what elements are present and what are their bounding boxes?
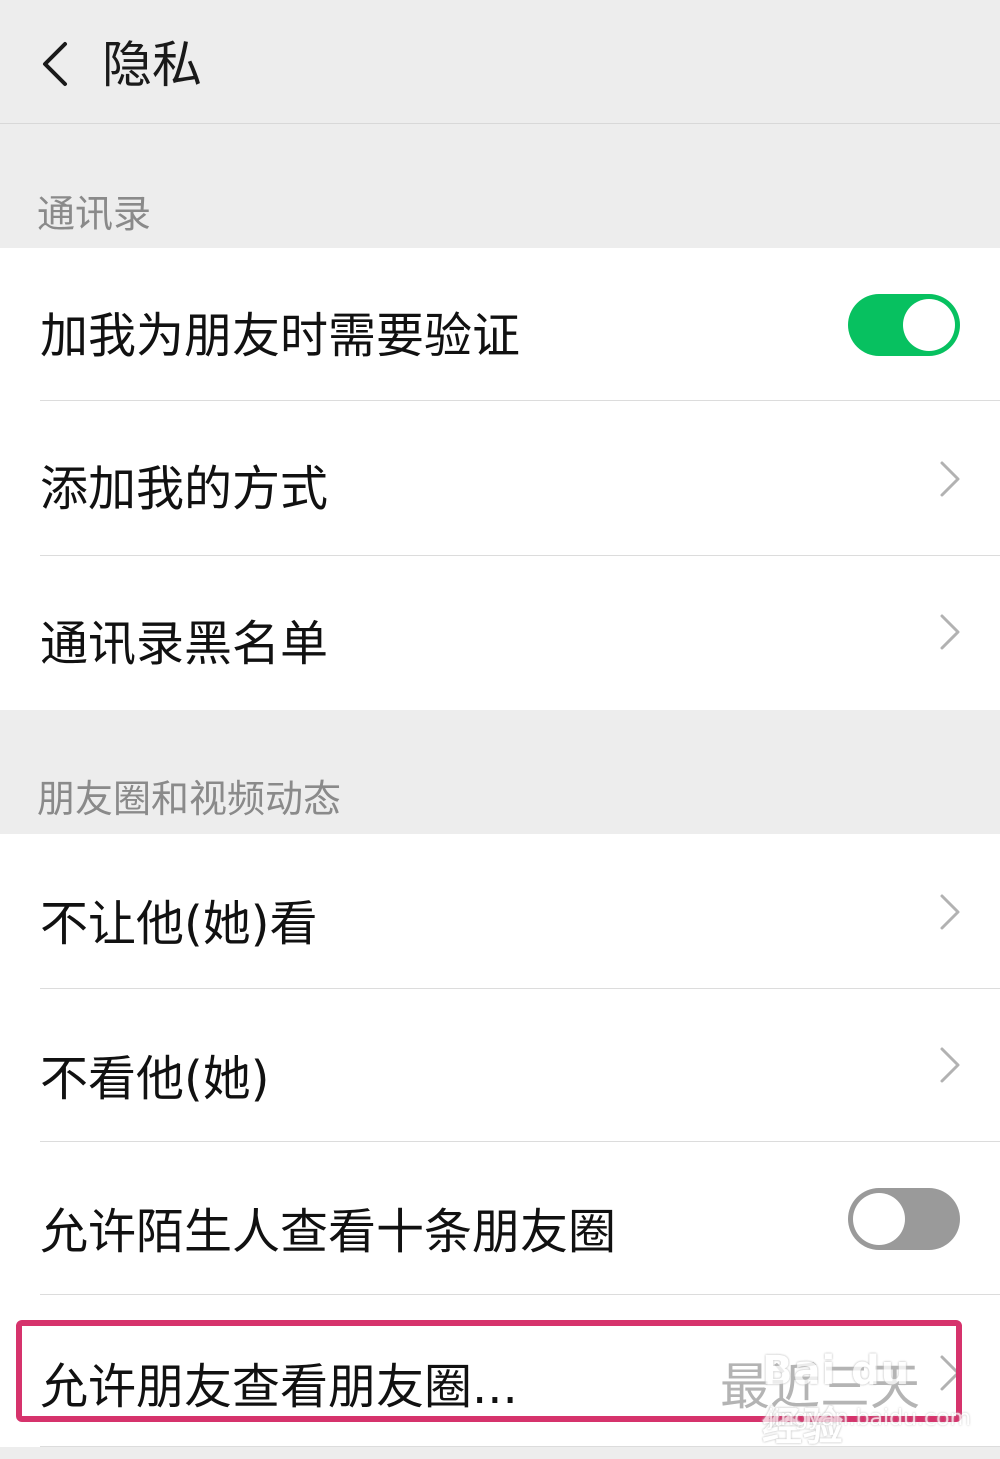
toggle-knob	[903, 299, 955, 351]
row-divider	[40, 1446, 1000, 1447]
setting-row-blacklist[interactable]: 通讯录黑名单	[0, 556, 1000, 710]
toggle-knob	[853, 1193, 905, 1245]
chevron-right-icon	[940, 894, 960, 930]
setting-label: 不看他(她)	[40, 1051, 270, 1107]
back-button[interactable]	[22, 22, 86, 106]
setting-label: 通讯录黑名单	[40, 616, 329, 672]
setting-row-dont-see[interactable]: 不看他(她)	[0, 989, 1000, 1142]
setting-value: 最近三天	[720, 1358, 920, 1416]
section-title-moments: 朋友圈和视频动态	[37, 777, 342, 821]
setting-label: 允许朋友查看朋友圈...	[40, 1359, 518, 1415]
section-header-moments: 朋友圈和视频动态	[0, 710, 1000, 834]
setting-label: 不让他(她)看	[40, 896, 318, 952]
chevron-left-icon	[43, 42, 67, 86]
section-title-contacts: 通讯录	[37, 192, 152, 236]
page-title: 隐私	[102, 36, 202, 94]
chevron-right-icon	[940, 614, 960, 650]
setting-row-hide-from[interactable]: 不让他(她)看	[0, 834, 1000, 989]
chevron-right-icon	[940, 461, 960, 497]
chevron-right-icon	[940, 1355, 960, 1391]
setting-row-add-methods[interactable]: 添加我的方式	[0, 401, 1000, 556]
strangers-ten-toggle[interactable]	[848, 1188, 960, 1250]
setting-label: 添加我的方式	[40, 461, 329, 517]
setting-label: 允许陌生人查看十条朋友圈	[40, 1204, 617, 1260]
chevron-right-icon	[940, 1047, 960, 1083]
setting-row-friends-range[interactable]: 允许朋友查看朋友圈... 最近三天	[0, 1295, 1000, 1447]
setting-label: 加我为朋友时需要验证	[40, 308, 521, 364]
nav-bar: 隐私	[0, 0, 1000, 124]
section-header-contacts: 通讯录	[0, 125, 1000, 248]
setting-row-verify[interactable]: 加我为朋友时需要验证	[0, 248, 1000, 401]
verify-toggle[interactable]	[848, 294, 960, 356]
setting-row-strangers-ten[interactable]: 允许陌生人查看十条朋友圈	[0, 1142, 1000, 1295]
